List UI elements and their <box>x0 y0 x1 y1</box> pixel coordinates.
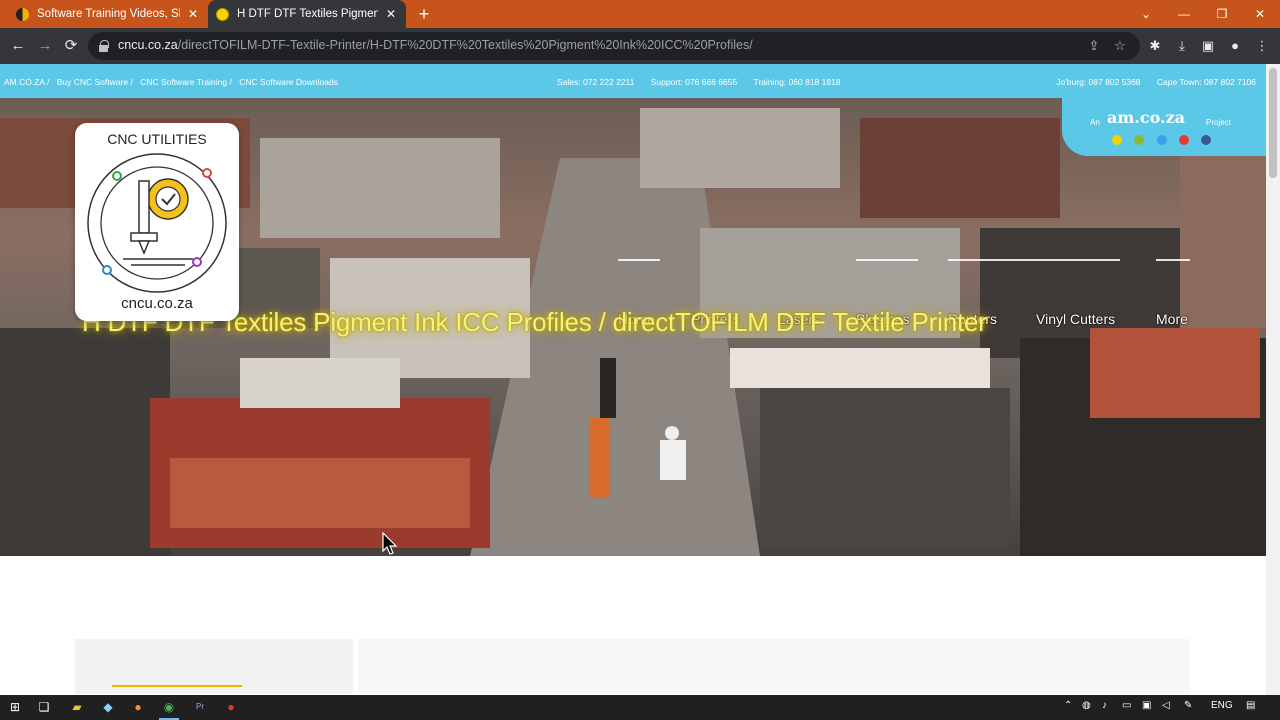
pen-icon[interactable]: ✎ <box>1184 700 1192 711</box>
training-phone[interactable]: Training: 060 818 1818 <box>753 77 840 87</box>
network-icon[interactable]: ▣ <box>1142 700 1151 711</box>
lock-icon[interactable] <box>99 40 109 52</box>
tab-search-icon[interactable]: ⌄ <box>1127 0 1165 28</box>
volume-icon[interactable]: ◁ <box>1162 700 1170 711</box>
notifications-icon[interactable]: ▤ <box>1246 700 1255 711</box>
start-windows-icon[interactable]: ⊞ <box>7 699 23 715</box>
contact-numbers: Sales: 072 222 2211 Support: 076 666 665… <box>557 77 855 87</box>
link-cnc-software-training[interactable]: CNC Software Training / <box>140 77 232 87</box>
steam-icon[interactable]: ◆ <box>100 699 116 715</box>
site-logo[interactable]: CNC UTILITIES cncu.co.za <box>75 123 239 321</box>
facebook-icon[interactable] <box>1201 135 1211 145</box>
city-numbers: Jo'burg: 087 802 5368 Cape Town: 087 802… <box>1042 77 1256 87</box>
file-explorer-icon[interactable]: ▰ <box>69 699 85 715</box>
tray-chevron-icon[interactable]: ⌃ <box>1064 700 1072 711</box>
nav-vinyl-cutters[interactable]: Vinyl Cutters <box>1036 311 1115 327</box>
tab-title: Software Training Videos, Short <box>37 8 180 20</box>
download-icon[interactable]: ⤓ <box>1174 38 1190 54</box>
site-favicon-icon <box>16 7 29 21</box>
nav-underline <box>618 259 660 261</box>
logo-domain: cncu.co.za <box>121 295 193 312</box>
accent-bar <box>112 685 242 687</box>
twitter-icon[interactable] <box>1157 135 1167 145</box>
link-buy-cnc-software[interactable]: Buy CNC Software / <box>57 77 133 87</box>
minimize-button[interactable]: — <box>1165 0 1203 28</box>
url-text: cncu.co.za/directTOFILM-DTF-Textile-Prin… <box>118 38 753 52</box>
close-tab-icon[interactable]: ✕ <box>186 7 200 21</box>
close-tab-icon[interactable]: ✕ <box>384 7 398 21</box>
battery-icon[interactable]: ▭ <box>1122 700 1131 711</box>
profile-icon[interactable]: ● <box>1227 38 1243 54</box>
nav-underline <box>856 259 918 261</box>
tray-app-icon[interactable]: ◍ <box>1082 700 1091 711</box>
restore-button[interactable]: ❐ <box>1203 0 1241 28</box>
cnc-gear-logo-icon <box>87 153 227 293</box>
content-sidebar-panel <box>75 639 353 694</box>
share-icon[interactable]: ⇪ <box>1086 38 1102 54</box>
whatsapp-icon[interactable] <box>1134 135 1144 145</box>
support-phone[interactable]: Support: 076 666 6655 <box>651 77 738 87</box>
firefox-icon[interactable]: ● <box>130 699 146 715</box>
side-panel-icon[interactable]: ▣ <box>1200 38 1216 54</box>
browser-tab-strip: Software Training Videos, Short ✕ H DTF … <box>0 0 1280 28</box>
app-red-icon[interactable]: ● <box>223 699 239 715</box>
site-top-bar: AM.CO.ZA / Buy CNC Software / CNC Softwa… <box>0 64 1266 98</box>
nav-more[interactable]: More <box>1156 311 1188 327</box>
phone-icon[interactable] <box>1112 135 1122 145</box>
tab-title: H DTF DTF Textiles Pigment Ink I <box>237 8 378 20</box>
scrollbar-thumb[interactable] <box>1269 68 1277 178</box>
url-path: /directTOFILM-DTF-Textile-Printer/H-DTF%… <box>177 38 753 52</box>
nav-underline <box>1156 259 1190 261</box>
premiere-icon[interactable]: Pr <box>192 699 208 715</box>
microphone-icon[interactable]: ♪ <box>1102 700 1107 711</box>
close-window-button[interactable]: ✕ <box>1241 0 1279 28</box>
forward-button[interactable]: → <box>35 36 55 56</box>
link-am-co-za[interactable]: AM.CO.ZA / <box>4 77 49 87</box>
task-view-icon[interactable]: ❏ <box>36 699 52 715</box>
page-scrollbar[interactable] <box>1266 64 1280 695</box>
tab-software-training[interactable]: Software Training Videos, Short ✕ <box>8 0 208 28</box>
mouse-cursor-icon <box>382 532 398 555</box>
link-cnc-software-downloads[interactable]: CNC Software Downloads <box>239 77 338 87</box>
new-tab-button[interactable]: + <box>414 4 434 24</box>
badge-brand: am.co.za <box>1107 108 1186 127</box>
tab-dtf-textiles[interactable]: H DTF DTF Textiles Pigment Ink I ✕ <box>208 0 406 28</box>
chrome-icon[interactable]: ◉ <box>159 699 179 720</box>
browser-toolbar: ← → ⟳ cncu.co.za/directTOFILM-DTF-Textil… <box>0 28 1280 64</box>
url-host: cncu.co.za <box>118 38 178 52</box>
nav-underline <box>948 259 1120 261</box>
content-main-panel <box>358 639 1190 694</box>
windows-taskbar: ⊞ ❏ ▰ ◆ ● ◉ Pr ● ⌃ ◍ ♪ ▭ ▣ ◁ ✎ ENG ▤ <box>0 695 1280 720</box>
extensions-icon[interactable]: ✱ <box>1147 38 1163 54</box>
logo-title: CNC UTILITIES <box>107 131 207 147</box>
site-favicon-icon <box>216 7 229 21</box>
joburg-phone[interactable]: Jo'burg: 087 802 5368 <box>1056 77 1140 87</box>
back-button[interactable]: ← <box>8 36 28 56</box>
reload-button[interactable]: ⟳ <box>61 36 81 56</box>
browser-menu-icon[interactable]: ⋮ <box>1254 38 1270 54</box>
sales-phone[interactable]: Sales: 072 222 2211 <box>557 77 634 87</box>
youtube-icon[interactable] <box>1179 135 1189 145</box>
badge-suffix: Project <box>1206 118 1231 127</box>
badge-prefix: An <box>1090 118 1100 127</box>
top-links: AM.CO.ZA / Buy CNC Software / CNC Softwa… <box>4 77 343 87</box>
language-indicator[interactable]: ENG <box>1211 700 1233 711</box>
bookmark-star-icon[interactable]: ☆ <box>1112 38 1128 54</box>
address-bar[interactable]: cncu.co.za/directTOFILM-DTF-Textile-Prin… <box>88 32 1140 60</box>
am-co-za-badge[interactable]: An am.co.za Project <box>1062 98 1266 156</box>
capetown-phone[interactable]: Cape Town: 087 802 7106 <box>1157 77 1256 87</box>
